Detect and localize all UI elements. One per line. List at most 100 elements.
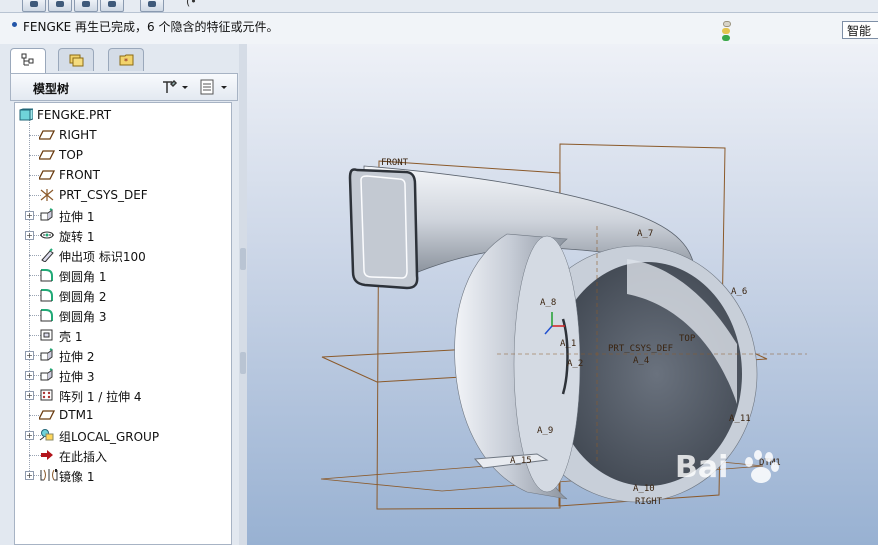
- navigator-panel: * 模型树 FENGKE.PRT RIGHT TOP FRONT PRT_CSYS_DE…: [0, 44, 246, 545]
- splitter-grip-top[interactable]: [240, 248, 246, 270]
- message-bullet-icon: [12, 22, 17, 27]
- tree-item-label: 拉伸 3: [59, 370, 95, 384]
- extrude-icon: [39, 368, 53, 382]
- main-toolbar: (•: [0, 0, 878, 13]
- toolbar-overflow-icon[interactable]: (•: [186, 0, 197, 8]
- model-tree-header: 模型树: [10, 73, 238, 101]
- tree-item-label: RIGHT: [59, 128, 97, 142]
- tree-item-prt-csys-def[interactable]: PRT_CSYS_DEF: [15, 185, 231, 205]
- tree-item-1[interactable]: 倒圆角 1: [15, 265, 231, 285]
- toolbar-button-5[interactable]: [140, 0, 164, 12]
- model-tree: FENGKE.PRT RIGHT TOP FRONT PRT_CSYS_DEF + 拉伸 1…: [14, 102, 232, 545]
- navigator-tabs: *: [10, 48, 240, 73]
- favorites-folder-icon: *: [119, 54, 134, 66]
- toolbar-button-1[interactable]: [22, 0, 46, 12]
- axis-a1-label: A_1: [560, 339, 576, 349]
- expand-toggle-icon[interactable]: +: [25, 371, 34, 380]
- tree-item-label: 倒圆角 2: [59, 290, 107, 304]
- baidu-watermark: Bai: [675, 450, 781, 486]
- tree-item-label: 拉伸 2: [59, 350, 95, 364]
- tree-item-label: 旋转 1: [59, 230, 95, 244]
- expand-toggle-icon[interactable]: +: [25, 391, 34, 400]
- model-tree-icon: [21, 53, 34, 66]
- expand-toggle-icon[interactable]: +: [25, 471, 34, 480]
- expand-toggle-icon[interactable]: +: [25, 231, 34, 240]
- splitter-grip-bottom[interactable]: [240, 352, 246, 374]
- tree-item-3[interactable]: + 拉伸 3: [15, 365, 231, 385]
- tree-item-dtm1[interactable]: DTM1: [15, 405, 231, 425]
- tree-item-local-group[interactable]: + 组LOCAL_GROUP: [15, 425, 231, 445]
- tree-item-label: 组LOCAL_GROUP: [59, 430, 160, 444]
- pattern-icon: [39, 388, 53, 402]
- tree-item[interactable]: 在此插入: [15, 445, 231, 465]
- tree-item-label: PRT_CSYS_DEF: [59, 188, 148, 202]
- axis-a7-label: A_7: [637, 229, 653, 239]
- tree-item-label: 倒圆角 1: [59, 270, 107, 284]
- axis-a8-label: A_8: [540, 298, 556, 308]
- regeneration-light-icon[interactable]: [722, 21, 731, 43]
- toolbar-button-4[interactable]: [100, 0, 124, 12]
- tree-item-top[interactable]: TOP: [15, 145, 231, 165]
- tree-item-1[interactable]: + 拉伸 1: [15, 205, 231, 225]
- tree-item-2[interactable]: + 拉伸 2: [15, 345, 231, 365]
- datum-plane-icon: [37, 128, 56, 142]
- right-plane-label: RIGHT: [635, 497, 663, 507]
- expand-toggle-icon[interactable]: +: [25, 211, 34, 220]
- extrude-icon: [39, 208, 53, 222]
- coordinate-system-icon: [39, 188, 54, 202]
- datum-plane-icon: [37, 408, 56, 422]
- regeneration-status-text: FENGKE 再生已完成，6 个隐含的特征或元件。: [23, 20, 279, 34]
- tree-item-3[interactable]: 倒圆角 3: [15, 305, 231, 325]
- tree-settings-tools-icon[interactable]: [161, 79, 191, 95]
- tree-item-label: FRONT: [59, 168, 100, 182]
- part-icon: [19, 108, 34, 122]
- front-plane-label: FRONT: [381, 158, 409, 168]
- tree-item-1-4[interactable]: + 阵列 1 / 拉伸 4: [15, 385, 231, 405]
- datum-plane-icon: [37, 168, 56, 182]
- axis-a9-label: A_9: [537, 426, 553, 436]
- tab-model-tree[interactable]: [10, 48, 46, 73]
- tree-item-label: 壳 1: [59, 330, 83, 344]
- graphics-viewport[interactable]: FRONT TOP RIGHT DTM1 PRT_CSYS_DEF A_7 A_…: [247, 44, 878, 545]
- csys-label: PRT_CSYS_DEF: [608, 344, 673, 354]
- tree-item-1[interactable]: + 旋转 1: [15, 225, 231, 245]
- protrusion-icon: [39, 248, 54, 263]
- tree-item-1[interactable]: 壳 1: [15, 325, 231, 345]
- selection-filter-select[interactable]: 智能: [842, 21, 878, 39]
- paw-logo-icon: [744, 450, 779, 483]
- expand-toggle-icon[interactable]: +: [25, 431, 34, 440]
- insert-here-arrow-icon: [39, 448, 53, 462]
- tree-item-label: FENGKE.PRT: [37, 108, 112, 122]
- revolve-icon: [39, 228, 54, 242]
- round-icon: [39, 288, 53, 302]
- round-icon: [39, 268, 53, 282]
- message-bar: FENGKE 再生已完成，6 个隐含的特征或元件。 智能: [0, 13, 878, 45]
- model-scene: FRONT TOP RIGHT DTM1 PRT_CSYS_DEF A_7 A_…: [320, 143, 807, 510]
- model-tree-title: 模型树: [33, 82, 70, 96]
- axis-a11-label: A_11: [729, 414, 751, 424]
- tab-folder-browser[interactable]: [58, 48, 94, 71]
- tree-item-1[interactable]: + 镜像 1: [15, 465, 231, 485]
- tree-item-right[interactable]: RIGHT: [15, 125, 231, 145]
- shell-icon: [39, 328, 53, 342]
- tree-show-menu-icon[interactable]: [199, 79, 233, 95]
- panel-splitter[interactable]: [239, 44, 247, 545]
- round-icon: [39, 308, 53, 322]
- axis-a4-label: A_4: [633, 356, 649, 366]
- tree-item-label: 阵列 1 / 拉伸 4: [59, 390, 142, 404]
- toolbar-button-2[interactable]: [48, 0, 72, 12]
- tree-item-fengke-prt[interactable]: FENGKE.PRT: [15, 105, 231, 125]
- datum-plane-icon: [37, 148, 56, 162]
- tree-item-front[interactable]: FRONT: [15, 165, 231, 185]
- axis-a6-label: A_6: [731, 287, 747, 297]
- top-plane-label: TOP: [679, 334, 696, 344]
- toolbar-button-3[interactable]: [74, 0, 98, 12]
- tree-item-2[interactable]: 倒圆角 2: [15, 285, 231, 305]
- tree-item-label: 在此插入: [59, 450, 108, 464]
- folder-browser-icon: [69, 54, 84, 67]
- tree-item-100[interactable]: 伸出项 标识100: [15, 245, 231, 265]
- tab-favorites[interactable]: *: [108, 48, 144, 71]
- svg-text:*: *: [124, 57, 128, 66]
- tree-item-label: 拉伸 1: [59, 210, 95, 224]
- expand-toggle-icon[interactable]: +: [25, 351, 34, 360]
